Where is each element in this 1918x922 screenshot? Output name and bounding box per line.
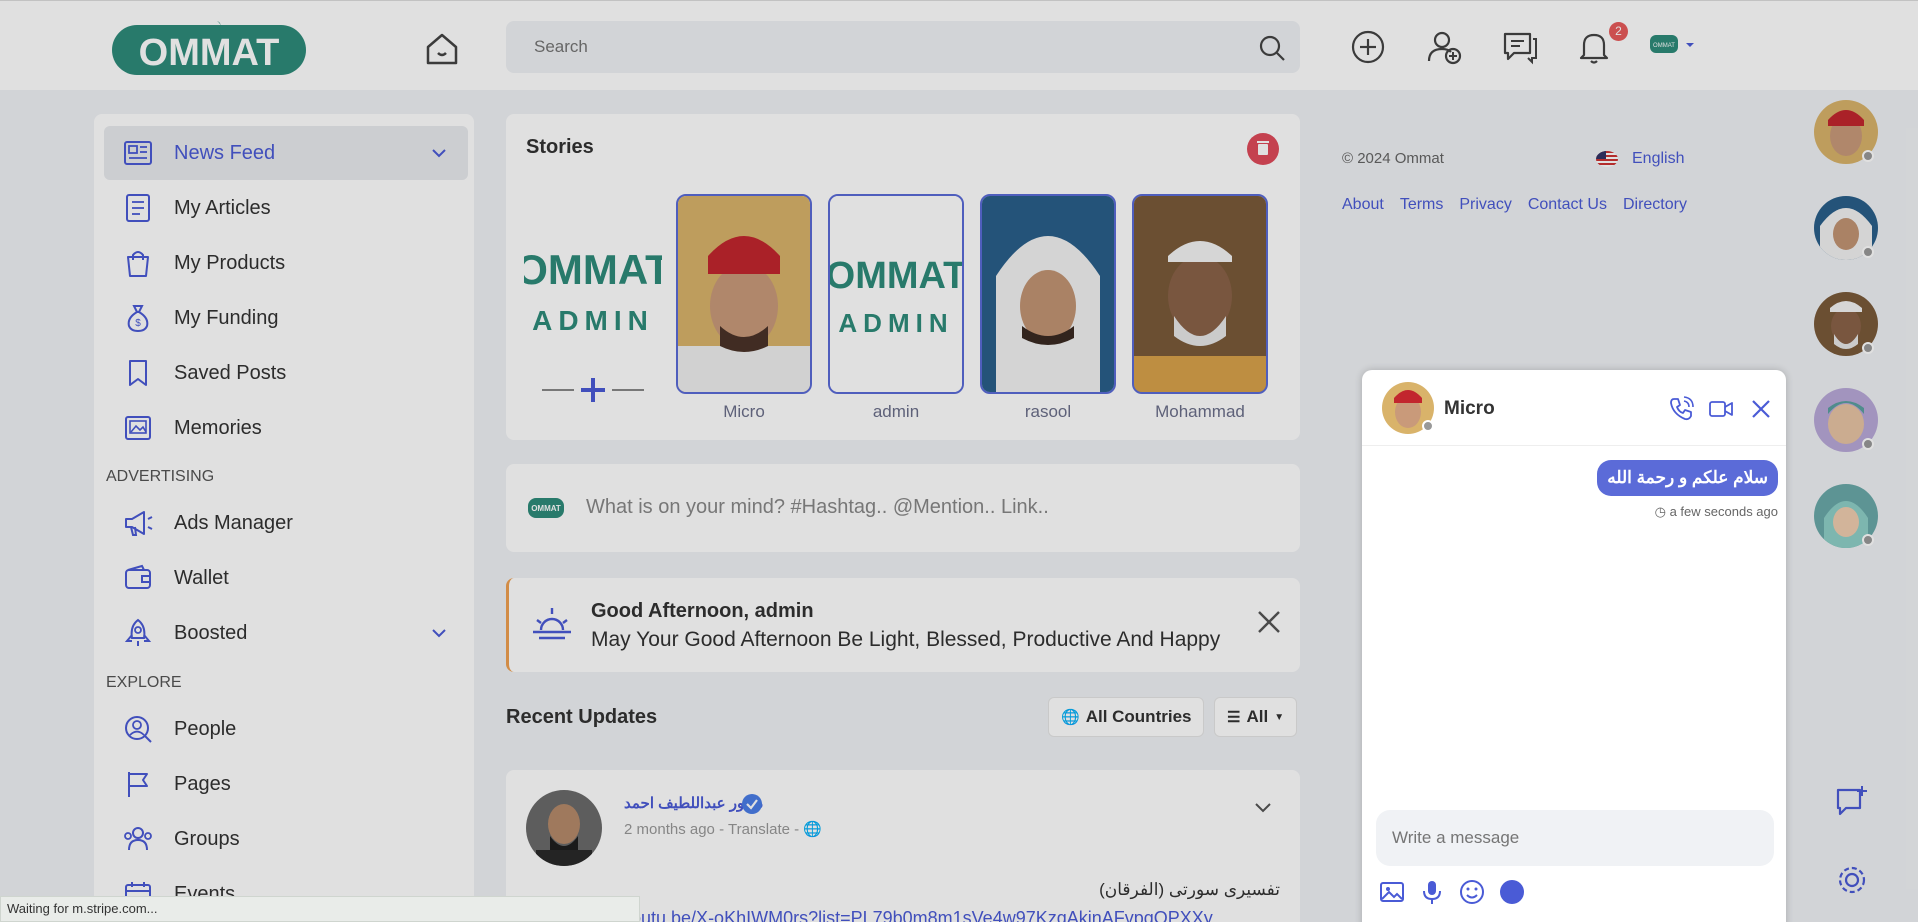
chat-message-time-text: a few seconds ago <box>1669 504 1778 519</box>
browser-status-bar: Waiting for m.stripe.com... <box>0 896 640 922</box>
chat-contact-name: Micro <box>1444 398 1495 419</box>
voice-call-icon[interactable] <box>1668 396 1694 422</box>
chat-message-box[interactable] <box>1376 810 1774 866</box>
microphone-icon[interactable] <box>1418 878 1446 906</box>
close-icon[interactable] <box>1748 396 1774 422</box>
image-icon[interactable] <box>1378 878 1406 906</box>
offline-status-dot <box>1422 420 1434 432</box>
chat-message-input[interactable] <box>1376 810 1756 866</box>
clock-icon: ◷ <box>1654 504 1666 519</box>
chat-header: Micro <box>1362 370 1786 446</box>
chat-message-time: ◷ a few seconds ago <box>1655 504 1778 520</box>
color-picker-icon[interactable] <box>1498 878 1526 906</box>
video-call-icon[interactable] <box>1708 396 1734 422</box>
chat-window: Micro سلام علکم و رحمة الله ◷ a few seco… <box>1362 370 1786 922</box>
chat-message-bubble: سلام علکم و رحمة الله <box>1597 460 1778 496</box>
emoji-icon[interactable] <box>1458 878 1486 906</box>
